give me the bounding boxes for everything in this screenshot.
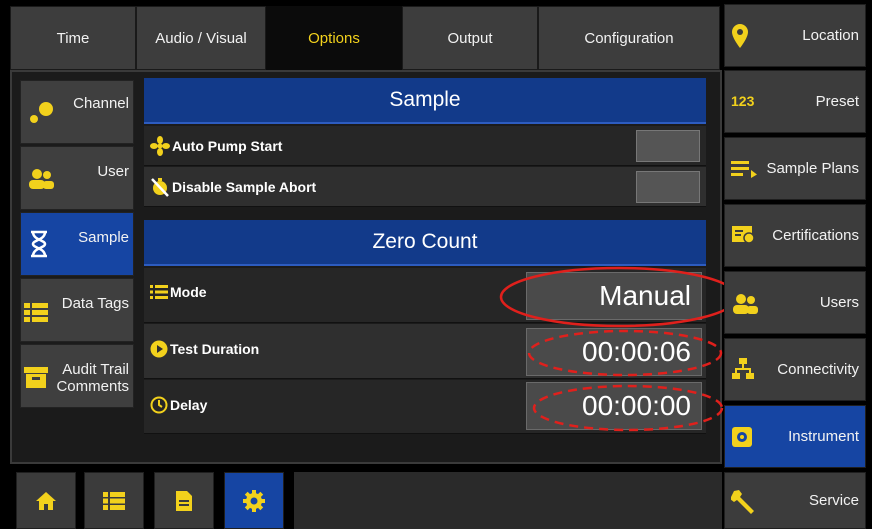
bottom-bar-spacer: [294, 472, 722, 529]
right-nav-label: Instrument: [788, 428, 859, 445]
test-duration-field[interactable]: 00:00:06: [526, 328, 702, 376]
tab-output[interactable]: Output: [402, 6, 538, 70]
section-title: Sample: [389, 88, 461, 111]
test-duration-label: Test Duration: [170, 341, 260, 357]
hourglass-icon: [31, 230, 47, 258]
row-label: Auto Pump Start: [150, 136, 282, 156]
section-title: Zero Count: [372, 230, 478, 253]
numeric-icon: 123: [731, 93, 755, 109]
right-nav-label: Sample Plans: [766, 160, 859, 177]
users-icon: [29, 169, 54, 189]
wrench-icon: [731, 490, 754, 514]
mode-value: Manual: [599, 280, 691, 311]
right-nav-service[interactable]: Service: [724, 472, 866, 529]
mode-label: Mode: [170, 284, 207, 300]
fan-icon: [150, 136, 170, 156]
certificate-icon: [732, 226, 755, 244]
tab-label: Options: [308, 29, 360, 47]
list-icon: [150, 285, 168, 299]
document-button[interactable]: [154, 472, 214, 529]
list-button[interactable]: [84, 472, 144, 529]
row-label: Delay: [150, 396, 207, 414]
row-label: Test Duration: [150, 340, 259, 358]
zero-count-section-header: Zero Count: [144, 220, 706, 266]
network-icon: [732, 358, 754, 379]
mode-select[interactable]: Manual: [526, 272, 702, 320]
left-nav-label: Sample: [78, 229, 129, 246]
right-nav-certifications[interactable]: Certifications: [724, 204, 866, 267]
gear-box-icon: [732, 427, 752, 447]
dots-icon: [30, 102, 53, 123]
sample-section-header: Sample: [144, 78, 706, 124]
left-nav-user[interactable]: User: [20, 146, 134, 210]
right-nav-instrument[interactable]: Instrument: [724, 405, 866, 468]
delay-field[interactable]: 00:00:00: [526, 382, 702, 430]
tab-configuration[interactable]: Configuration: [538, 6, 720, 70]
left-nav-label: Audit Trail Comments: [56, 361, 129, 395]
left-nav-channel[interactable]: Channel: [20, 80, 134, 144]
right-nav-preset[interactable]: 123 Preset: [724, 70, 866, 133]
right-nav-users[interactable]: Users: [724, 271, 866, 334]
delay-value: 00:00:00: [582, 390, 691, 421]
settings-button[interactable]: [224, 472, 284, 529]
document-icon: [176, 490, 192, 511]
home-button[interactable]: [16, 472, 76, 529]
auto-pump-start-row: Auto Pump Start: [144, 126, 706, 166]
list-icon: [24, 303, 48, 322]
disable-sample-abort-row: Disable Sample Abort: [144, 167, 706, 207]
right-nav-label: Preset: [815, 93, 859, 110]
stopwatch-off-icon: [151, 178, 169, 197]
left-nav-label: Channel: [73, 95, 129, 112]
right-nav-label: Service: [808, 492, 859, 509]
users-icon: [733, 294, 758, 314]
home-icon: [36, 491, 56, 510]
mode-row: Mode Manual: [144, 268, 706, 323]
left-nav-label: Data Tags: [61, 295, 129, 312]
row-label: Mode: [150, 284, 207, 300]
plan-list-icon: [731, 161, 757, 178]
left-nav-data-tags[interactable]: Data Tags: [20, 278, 134, 342]
tab-label: Audio / Visual: [155, 29, 247, 47]
delay-label: Delay: [170, 397, 208, 413]
left-nav-label: User: [97, 163, 129, 180]
right-nav-label: Connectivity: [777, 361, 859, 378]
auto-pump-start-label: Auto Pump Start: [172, 138, 283, 154]
tab-time[interactable]: Time: [10, 6, 136, 70]
right-nav-label: Certifications: [772, 227, 859, 244]
disable-sample-abort-toggle[interactable]: [636, 171, 700, 203]
tab-label: Configuration: [584, 29, 674, 47]
tab-label: Output: [447, 29, 493, 47]
test-duration-row: Test Duration 00:00:06: [144, 324, 706, 379]
disable-sample-abort-label: Disable Sample Abort: [172, 179, 317, 195]
list-icon: [103, 491, 125, 510]
map-pin-icon: [732, 24, 748, 48]
tab-options[interactable]: Options: [266, 6, 402, 70]
left-nav-audit-trail-comments[interactable]: Audit Trail Comments: [20, 344, 134, 408]
left-nav-sample[interactable]: Sample: [20, 212, 134, 276]
tab-label: Time: [56, 29, 90, 47]
test-duration-value: 00:00:06: [582, 336, 691, 367]
timer-icon: [150, 396, 168, 414]
right-nav-label: Location: [802, 27, 859, 44]
row-label: Disable Sample Abort: [150, 177, 316, 197]
delay-row: Delay 00:00:00: [144, 380, 706, 434]
play-circle-icon: [150, 340, 168, 358]
right-nav-location[interactable]: Location: [724, 4, 866, 67]
gear-icon: [243, 489, 265, 512]
tab-audio-visual[interactable]: Audio / Visual: [136, 6, 266, 70]
right-nav-sample-plans[interactable]: Sample Plans: [724, 137, 866, 200]
auto-pump-start-toggle[interactable]: [636, 130, 700, 162]
right-nav-label: Users: [819, 294, 859, 311]
right-nav-connectivity[interactable]: Connectivity: [724, 338, 866, 401]
